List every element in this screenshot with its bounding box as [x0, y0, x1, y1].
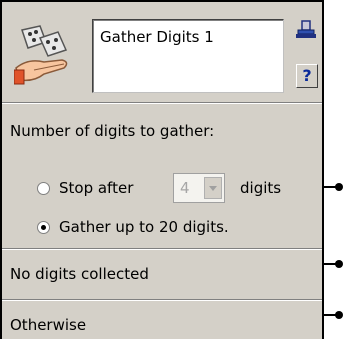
digits-heading: Number of digits to gather:	[10, 122, 215, 140]
branch-otherwise[interactable]: Otherwise	[10, 316, 86, 334]
digit-count-value: 4	[180, 179, 190, 197]
branch-no-digits[interactable]: No digits collected	[10, 265, 149, 283]
lock-icon[interactable]	[296, 20, 316, 40]
gather-up-to-label: Gather up to 20 digits.	[59, 218, 229, 236]
dice-hand-icon	[14, 25, 68, 85]
divider	[2, 248, 322, 250]
divider	[2, 102, 322, 104]
gather-up-to-radio[interactable]	[37, 221, 50, 234]
connector-dot-icon[interactable]	[322, 258, 344, 270]
node-title-text: Gather Digits 1	[100, 28, 214, 46]
chevron-down-icon[interactable]	[204, 177, 222, 199]
node-header: Gather Digits 1 ?	[2, 2, 322, 102]
digit-count-select[interactable]: 4	[173, 173, 225, 203]
stop-after-label: Stop after	[59, 179, 134, 197]
help-button[interactable]: ?	[296, 64, 318, 88]
gather-digits-node: Gather Digits 1 ? Number of digits to ga…	[0, 0, 324, 339]
connector-dot-icon[interactable]	[322, 181, 344, 193]
divider	[2, 299, 322, 301]
node-title-field[interactable]: Gather Digits 1	[92, 19, 284, 93]
stop-after-radio[interactable]	[37, 182, 50, 195]
stop-after-suffix: digits	[240, 179, 282, 197]
connector-dot-icon[interactable]	[322, 309, 344, 321]
